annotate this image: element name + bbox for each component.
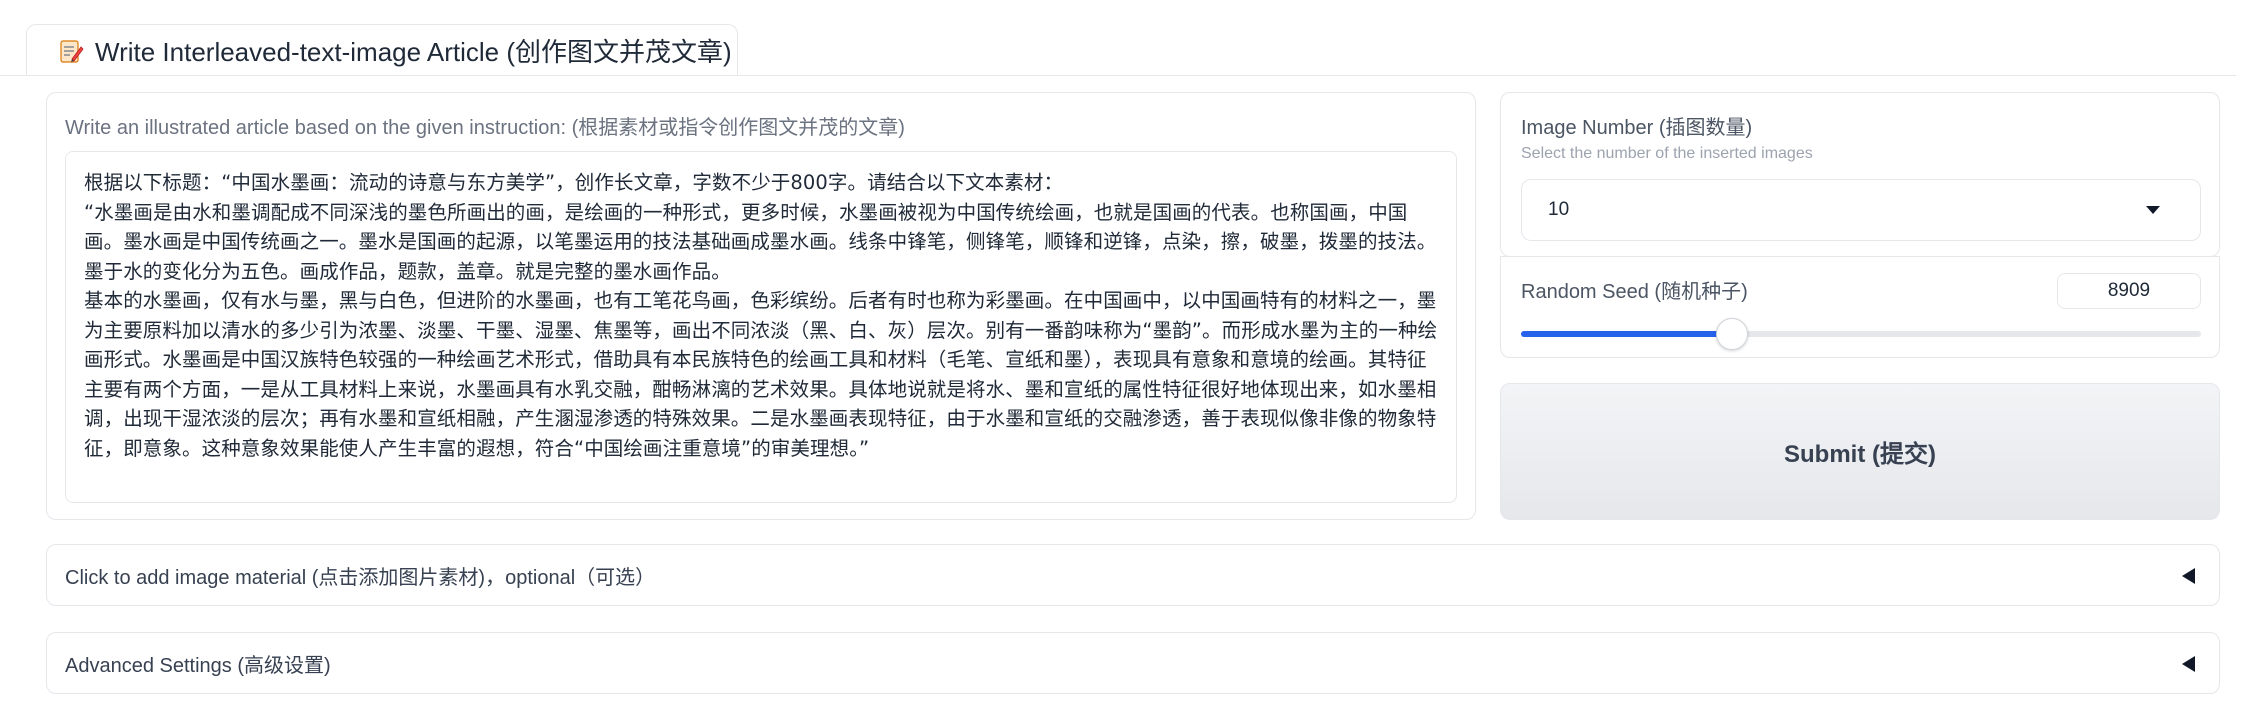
image-number-card: Image Number (插图数量) Select the number of…	[1500, 92, 2220, 257]
random-seed-slider[interactable]	[1521, 318, 2201, 350]
slider-thumb[interactable]	[1715, 318, 1748, 350]
instruction-textarea[interactable]: 根据以下标题：“中国水墨画：流动的诗意与东方美学”，创作长文章，字数不少于800…	[65, 151, 1457, 503]
instruction-label: Write an illustrated article based on th…	[65, 117, 905, 139]
submit-button[interactable]: Submit (提交)	[1500, 383, 2220, 520]
slider-fill	[1521, 331, 1732, 337]
advanced-settings-label: Advanced Settings (高级设置)	[65, 654, 331, 677]
image-material-label: Click to add image material (点击添加图片素材)，o…	[65, 566, 656, 589]
image-number-hint: Select the number of the inserted images	[1521, 145, 1813, 162]
random-seed-input[interactable]: 8909	[2057, 273, 2201, 309]
instruction-card: Write an illustrated article based on th…	[46, 92, 1476, 520]
memo-pencil-icon	[57, 37, 85, 65]
random-seed-label: Random Seed (随机种子)	[1521, 281, 1748, 303]
tab-label: Write Interleaved-text-image Article (创作…	[95, 37, 732, 67]
image-number-label: Image Number (插图数量)	[1521, 117, 1753, 139]
image-material-accordion[interactable]: Click to add image material (点击添加图片素材)，o…	[46, 544, 2220, 606]
chevron-down-icon	[2146, 206, 2160, 214]
advanced-settings-accordion[interactable]: Advanced Settings (高级设置)	[46, 632, 2220, 694]
tab-bar: Write Interleaved-text-image Article (创作…	[0, 0, 2259, 76]
image-number-dropdown[interactable]: 10	[1521, 179, 2201, 241]
image-number-selected: 10	[1548, 199, 1570, 220]
tab-write-article[interactable]: Write Interleaved-text-image Article (创作…	[26, 24, 738, 76]
collapse-arrow-icon	[2182, 656, 2195, 672]
random-seed-card: Random Seed (随机种子) 8909	[1500, 256, 2220, 358]
collapse-arrow-icon	[2182, 568, 2195, 584]
tab-divider	[0, 75, 2236, 76]
